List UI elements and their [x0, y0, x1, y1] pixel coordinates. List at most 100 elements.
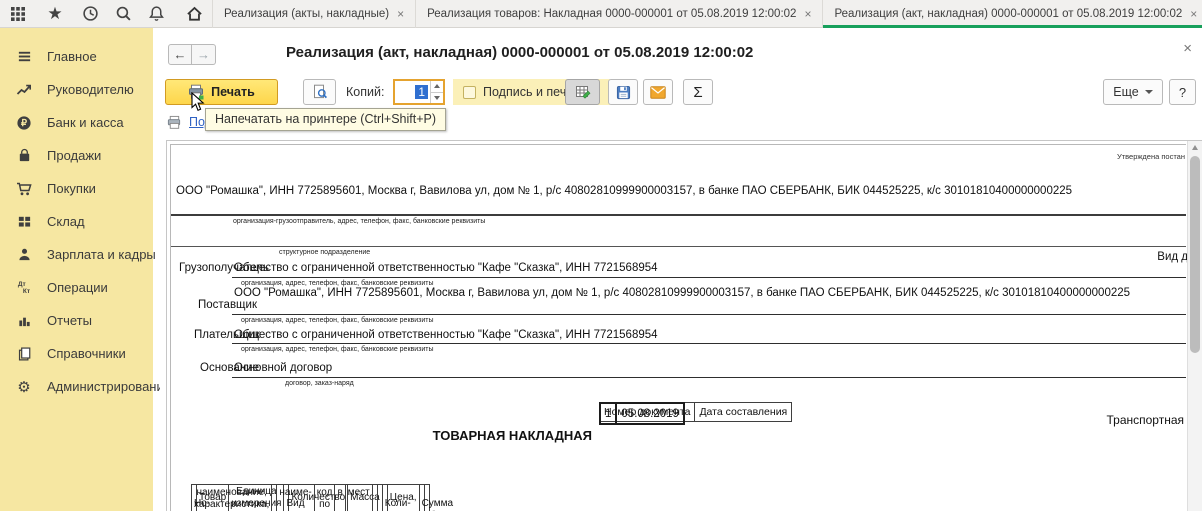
sidebar-item-sklad[interactable]: Склад [0, 205, 153, 238]
consignee-value: Общество с ограниченной ответственностью… [234, 262, 658, 274]
form-top-edge [170, 144, 1186, 145]
favorites-star-icon[interactable]: ★ [45, 4, 65, 24]
send-email-button[interactable] [643, 79, 673, 105]
col-qty-in: в [335, 485, 345, 511]
more-actions-label: Еще [1113, 85, 1138, 99]
col-unit-name: наиме- [277, 485, 314, 511]
scroll-up-icon[interactable] [1192, 145, 1198, 150]
caption-basis: договор, заказ-наряд [285, 380, 354, 387]
caption-structural-unit: структурное подразделение [279, 249, 370, 256]
stepper-arrows [430, 81, 443, 103]
home-icon[interactable] [184, 4, 204, 24]
gear-icon: ⚙ [15, 378, 33, 396]
form-left-edge [170, 144, 171, 511]
help-button[interactable]: ? [1169, 79, 1196, 105]
basis-value: Основной договор [234, 362, 332, 374]
save-button[interactable] [608, 79, 638, 105]
sidebar-item-bank-i-kassa[interactable]: ₽ Банк и касса [0, 106, 153, 139]
payer-value: Общество с ограниченной ответственностью… [234, 329, 658, 341]
scrollbar-thumb[interactable] [1190, 156, 1200, 353]
underline [232, 377, 1186, 378]
floppy-disk-icon [616, 85, 631, 100]
print-button[interactable]: Печать [165, 79, 278, 105]
stepper-up-icon[interactable] [431, 81, 443, 92]
envelope-icon [650, 86, 666, 99]
caption-shipper: организация-грузоотправитель, адрес, тел… [233, 218, 485, 225]
date-header-cell: Дата составления [695, 403, 792, 422]
underline [232, 277, 1186, 278]
sign-and-stamp-checkbox[interactable] [463, 86, 476, 99]
copies-stepper[interactable]: 1 [393, 79, 445, 105]
bag-icon [15, 147, 33, 165]
caption-org: организация, адрес, телефон, факс, банко… [241, 280, 434, 287]
supplier-label: Поставщик [198, 299, 257, 311]
structural-unit-line [171, 246, 1186, 247]
notifications-bell-icon[interactable] [146, 4, 166, 24]
mouse-cursor [191, 92, 205, 112]
tab-label: Реализация товаров: Накладная 0000-00000… [427, 8, 796, 20]
form-title: ТОВАРНАЯ НАКЛАДНАЯ [357, 428, 592, 443]
table-pencil-icon [575, 84, 591, 100]
ruble-circle-icon: ₽ [15, 114, 33, 132]
number-value-cell: 1 [600, 403, 616, 424]
tab-realizatsiya-tovarov[interactable]: Реализация товаров: Накладная 0000-00000… [416, 0, 823, 28]
underline [171, 214, 1186, 216]
sidebar-item-spravochniki[interactable]: Справочники [0, 337, 153, 370]
books-icon [15, 345, 33, 363]
history-icon[interactable] [80, 4, 100, 24]
date-value-cell: 05.08.2019 [616, 403, 684, 424]
page-title: Реализация (акт, накладная) 0000-000001 … [286, 44, 753, 61]
section-sidebar: Главное Руководителю ₽ Банк и касса Прод… [0, 28, 153, 511]
printer-stack-icon [166, 115, 182, 130]
sidebar-item-rukovoditelyu[interactable]: Руководителю [0, 73, 153, 106]
tab-realizatsiya-list[interactable]: Реализация (акты, накладные) × [212, 0, 416, 28]
bar-chart-icon [15, 312, 33, 330]
col-vat-sub [372, 485, 377, 511]
print-tooltip: Напечатать на принтере (Ctrl+Shift+P) [205, 108, 446, 131]
caption-org: организация, адрес, телефон, факс, банко… [241, 346, 434, 353]
sidebar-item-operatsii[interactable]: ДтКт Операции [0, 271, 153, 304]
preview-button[interactable] [303, 79, 336, 105]
sidebar-item-glavnoe[interactable]: Главное [0, 40, 153, 73]
more-actions-button[interactable]: Еще [1103, 79, 1163, 105]
document-window: ← → Реализация (акт, накладная) 0000-000… [160, 28, 1202, 511]
caption-org: организация, адрес, телефон, факс, банко… [241, 317, 434, 324]
tab-label: Реализация (акты, накладные) [224, 8, 389, 20]
back-button[interactable]: ← [168, 44, 192, 65]
edit-layout-button[interactable] [565, 79, 600, 105]
copies-input[interactable]: 1 [395, 81, 430, 103]
sum-sigma-button[interactable]: Σ [683, 79, 713, 105]
vertical-scrollbar[interactable] [1187, 141, 1202, 511]
underline [232, 343, 1186, 344]
forward-button[interactable]: → [192, 44, 216, 65]
tab-close-icon[interactable]: × [397, 8, 404, 20]
tab-label: Реализация (акт, накладная) 0000-000001 … [834, 8, 1182, 20]
approved-note: Утверждена постан [1117, 152, 1185, 161]
menu-lines-icon [15, 48, 33, 66]
sidebar-item-otchety[interactable]: Отчеты [0, 304, 153, 337]
shipper-org-line: ООО "Ромашка", ИНН 7725895601, Москва г,… [176, 185, 1116, 199]
tab-bar: Реализация (акты, накладные) × Реализаци… [212, 0, 1202, 28]
sidebar-item-administrirovanie[interactable]: ⚙ Администрирование [0, 370, 153, 403]
warehouse-blocks-icon [15, 213, 33, 231]
debit-credit-icon: ДтКт [15, 279, 33, 297]
sidebar-item-zarplata[interactable]: Зарплата и кадры [0, 238, 153, 271]
search-icon[interactable] [113, 4, 133, 24]
supplier-value: ООО "Ромашка", ИНН 7725895601, Москва г,… [234, 287, 1139, 300]
stepper-down-icon[interactable] [431, 92, 443, 104]
tab-close-icon[interactable]: × [804, 8, 811, 20]
tab-realizatsiya-akt[interactable]: Реализация (акт, накладная) 0000-000001 … [823, 0, 1202, 28]
toolbar: Печать Копий: 1 Подпись и печать ? [160, 78, 1202, 108]
tab-close-icon[interactable]: × [1190, 8, 1197, 20]
copies-label: Копий: [346, 85, 384, 99]
close-icon[interactable]: × [1183, 40, 1192, 57]
history-nav: ← → [168, 44, 216, 65]
chevron-down-icon [1145, 90, 1153, 94]
trend-arrow-icon [15, 81, 33, 99]
sidebar-item-prodazhi[interactable]: Продажи [0, 139, 153, 172]
app-menu-icon[interactable] [8, 4, 28, 24]
sidebar-item-pokupki[interactable]: Покупки [0, 172, 153, 205]
top-bar: ★ Реализация (акты, накладные) × Реализа… [0, 0, 1202, 28]
col-goods-name: наименование, характеристика, сорт [192, 485, 272, 511]
col-qty-places: мест [345, 485, 372, 511]
